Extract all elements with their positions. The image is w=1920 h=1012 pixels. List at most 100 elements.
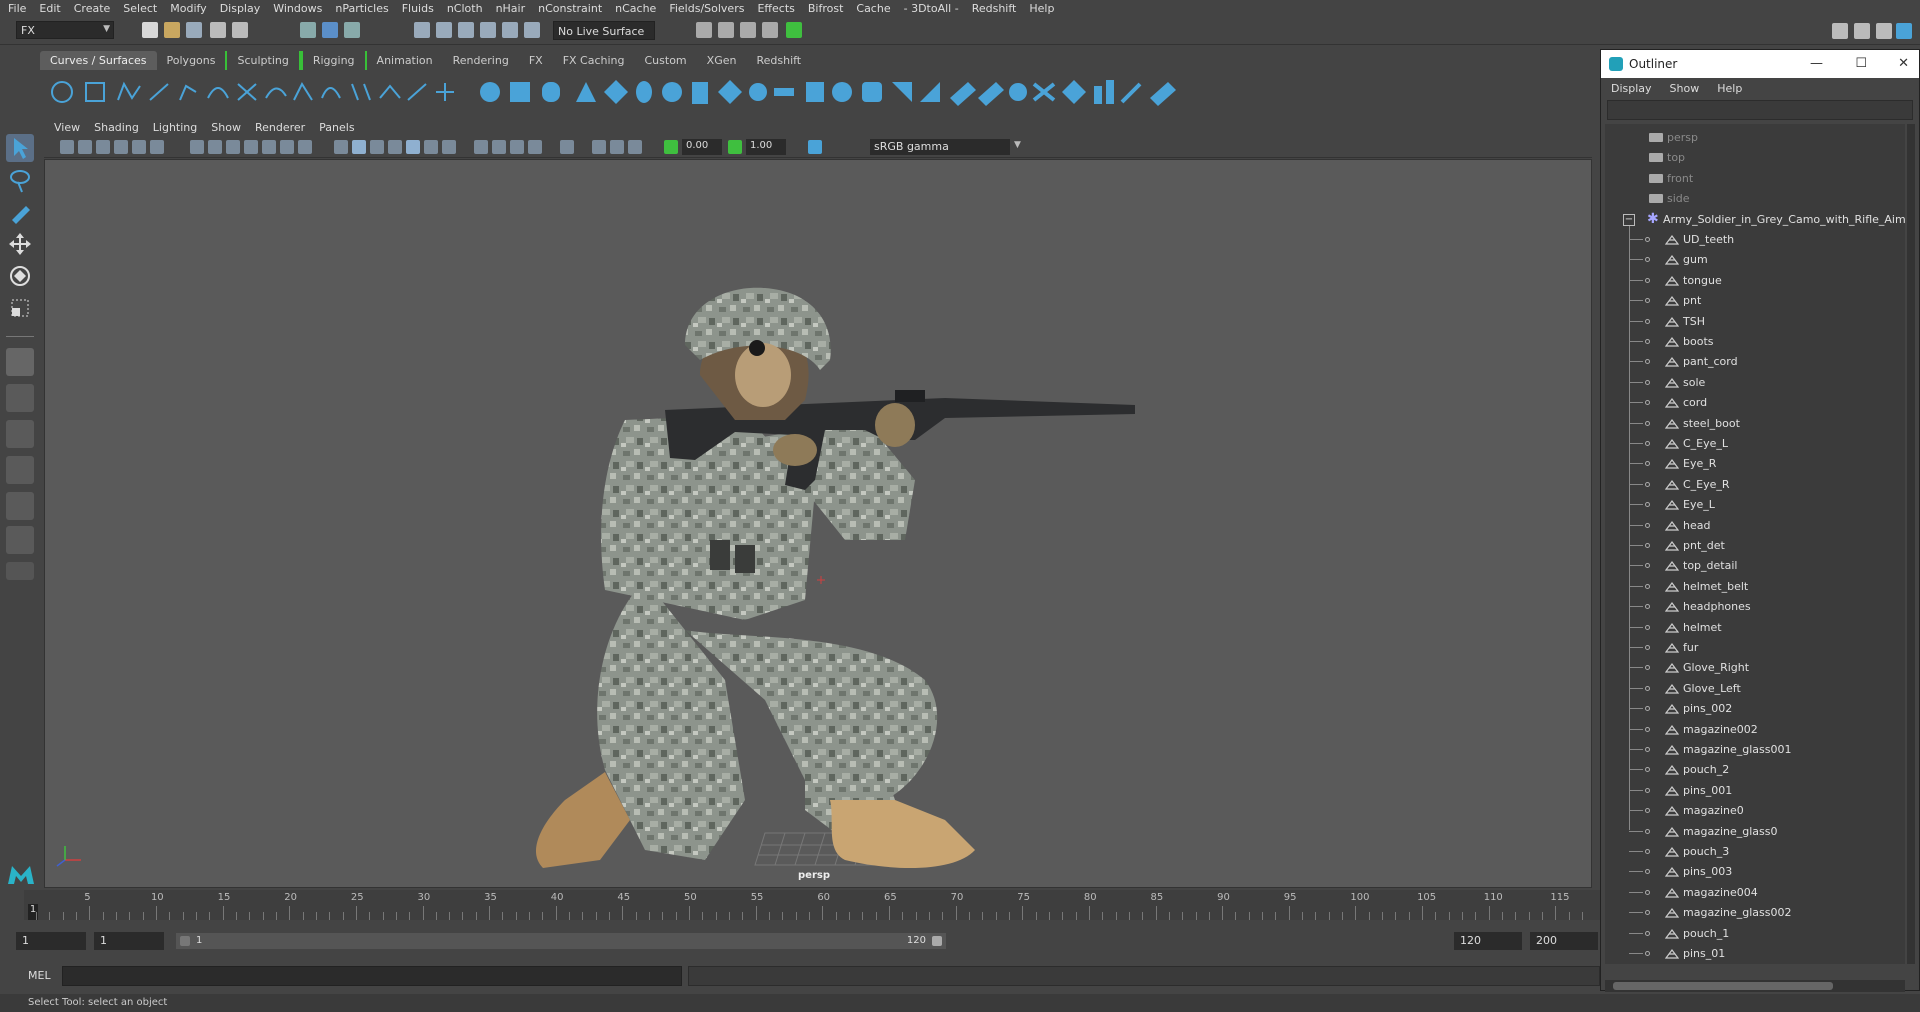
- persp-graph-layout-icon[interactable]: [6, 456, 34, 484]
- expand-dot-icon[interactable]: [1645, 747, 1650, 752]
- outliner-item[interactable]: helmet: [1605, 618, 1905, 638]
- expand-dot-icon[interactable]: [1645, 828, 1650, 834]
- expand-dot-icon[interactable]: [1645, 257, 1650, 263]
- gamma-icon[interactable]: [728, 140, 742, 154]
- snap-grid-icon[interactable]: [414, 22, 430, 38]
- outliner-menu-show[interactable]: Show: [1670, 82, 1700, 95]
- menu-3dtoall[interactable]: - 3DtoAll -: [904, 2, 959, 15]
- outliner-item[interactable]: boots: [1605, 332, 1905, 352]
- render-frame-icon[interactable]: [696, 22, 712, 38]
- undo-icon[interactable]: [210, 22, 226, 38]
- shelf-tab-curves-surfaces[interactable]: Curves / Surfaces: [40, 51, 157, 70]
- outliner-item[interactable]: helmet_belt: [1605, 577, 1905, 597]
- shelf-tab-animation[interactable]: Animation: [367, 51, 443, 70]
- expand-dot-icon[interactable]: [1645, 237, 1650, 242]
- 2d-pan-zoom-icon[interactable]: [132, 140, 146, 154]
- time-slider[interactable]: 1 5 10 15 20 25 30 35 40 45 50 55 60 65 70 75 80 85 90 95 1…: [24, 890, 1600, 920]
- perspective-viewport[interactable]: persp: [44, 159, 1592, 888]
- exposure-icon[interactable]: [664, 140, 678, 154]
- view-transform-dropdown[interactable]: sRGB gamma: [870, 139, 1010, 155]
- playback-start-field[interactable]: 1: [94, 932, 164, 950]
- outliner-item[interactable]: pins_01: [1605, 944, 1905, 964]
- gate-mask-icon[interactable]: [244, 140, 258, 154]
- grease-pencil-icon[interactable]: [150, 140, 164, 154]
- snap-view-icon[interactable]: [480, 22, 496, 38]
- expand-dot-icon[interactable]: [1645, 910, 1650, 916]
- shelf-tab-polygons[interactable]: Polygons: [157, 51, 226, 70]
- menu-ncache[interactable]: nCache: [615, 2, 656, 15]
- viewport-menu-renderer[interactable]: Renderer: [255, 121, 305, 134]
- expand-dot-icon[interactable]: [1645, 543, 1650, 548]
- hud-icon[interactable]: [560, 140, 574, 154]
- expand-dot-icon[interactable]: [1645, 645, 1650, 650]
- outliner-item[interactable]: magazine_glass0: [1605, 822, 1905, 842]
- channel-box-icon[interactable]: [1896, 23, 1912, 39]
- expand-dot-icon[interactable]: [1645, 951, 1650, 956]
- select-camera-icon[interactable]: [60, 140, 74, 154]
- field-chart-icon[interactable]: [262, 140, 276, 154]
- outliner-item[interactable]: pnt: [1605, 291, 1905, 311]
- shelf-tab-fx-caching[interactable]: FX Caching: [553, 51, 635, 70]
- outliner-item[interactable]: pins_001: [1605, 781, 1905, 801]
- menu-nconstraint[interactable]: nConstraint: [538, 2, 602, 15]
- expand-dot-icon[interactable]: [1645, 359, 1650, 365]
- wireframe-on-shaded-icon[interactable]: [370, 140, 384, 154]
- menu-redshift[interactable]: Redshift: [972, 2, 1017, 15]
- outliner-item[interactable]: UD_teeth: [1605, 230, 1905, 250]
- film-gate-icon[interactable]: [208, 140, 222, 154]
- menu-create[interactable]: Create: [74, 2, 111, 15]
- tool-settings-icon[interactable]: [1876, 23, 1892, 39]
- open-scene-icon[interactable]: [164, 22, 180, 38]
- shelf-tab-custom[interactable]: Custom: [635, 51, 697, 70]
- outliner-item[interactable]: sole: [1605, 373, 1905, 393]
- safe-action-icon[interactable]: [280, 140, 294, 154]
- expand-dot-icon[interactable]: [1645, 420, 1650, 426]
- expand-dot-icon[interactable]: [1645, 706, 1650, 712]
- use-all-lights-icon[interactable]: [406, 140, 420, 154]
- viewport-menu-view[interactable]: View: [54, 121, 80, 134]
- expand-dot-icon[interactable]: [1645, 400, 1650, 406]
- maximize-icon[interactable]: ☐: [1855, 56, 1867, 71]
- expand-dot-icon[interactable]: [1645, 441, 1650, 446]
- shelf-tab-rendering[interactable]: Rendering: [443, 51, 519, 70]
- expand-dot-icon[interactable]: [1645, 583, 1650, 589]
- outliner-item[interactable]: Eye_L: [1605, 495, 1905, 515]
- mel-input[interactable]: [62, 966, 682, 986]
- lock-camera-icon[interactable]: [78, 140, 92, 154]
- outliner-vertical-scrollbar[interactable]: [1907, 124, 1915, 964]
- expand-dot-icon[interactable]: [1645, 481, 1650, 487]
- expand-dot-icon[interactable]: [1645, 849, 1650, 854]
- outliner-item[interactable]: TSH: [1605, 312, 1905, 332]
- select-component-icon[interactable]: [344, 22, 360, 38]
- expand-dot-icon[interactable]: [1645, 563, 1650, 569]
- ambient-occlusion-icon[interactable]: [442, 140, 456, 154]
- menu-nhair[interactable]: nHair: [496, 2, 526, 15]
- menu-modify[interactable]: Modify: [170, 2, 206, 15]
- textured-icon[interactable]: [388, 140, 402, 154]
- render-settings-icon[interactable]: [740, 22, 756, 38]
- outliner-item[interactable]: head: [1605, 516, 1905, 536]
- expand-dot-icon[interactable]: [1645, 461, 1650, 467]
- outliner-item[interactable]: Glove_Left: [1605, 679, 1905, 699]
- outliner-item[interactable]: Eye_R: [1605, 454, 1905, 474]
- viewport-menu-lighting[interactable]: Lighting: [153, 121, 197, 134]
- viewport-menu-shading[interactable]: Shading: [94, 121, 139, 134]
- menu-bifrost[interactable]: Bifrost: [808, 2, 844, 15]
- menu-set-dropdown[interactable]: FX ▼: [16, 21, 114, 39]
- xray-components-icon[interactable]: [528, 140, 542, 154]
- outliner-item[interactable]: cord: [1605, 393, 1905, 413]
- menu-windows[interactable]: Windows: [273, 2, 322, 15]
- expand-dot-icon[interactable]: [1645, 767, 1650, 773]
- outliner-camera-front[interactable]: front: [1605, 169, 1905, 189]
- rotate-tool-icon[interactable]: [6, 262, 34, 290]
- outliner-persp-layout-icon[interactable]: [6, 526, 34, 554]
- chevron-down-icon[interactable]: ▼: [1014, 140, 1021, 150]
- mel-label[interactable]: MEL: [28, 969, 51, 982]
- collapse-icon[interactable]: −: [1623, 213, 1635, 226]
- shelf-tab-redshift[interactable]: Redshift: [746, 51, 811, 70]
- more-layouts-icon[interactable]: [6, 562, 34, 580]
- outliner-item[interactable]: pnt_det: [1605, 536, 1905, 556]
- menu-select[interactable]: Select: [123, 2, 157, 15]
- frame-all-icon[interactable]: [610, 140, 624, 154]
- outliner-item[interactable]: pins_002: [1605, 699, 1905, 719]
